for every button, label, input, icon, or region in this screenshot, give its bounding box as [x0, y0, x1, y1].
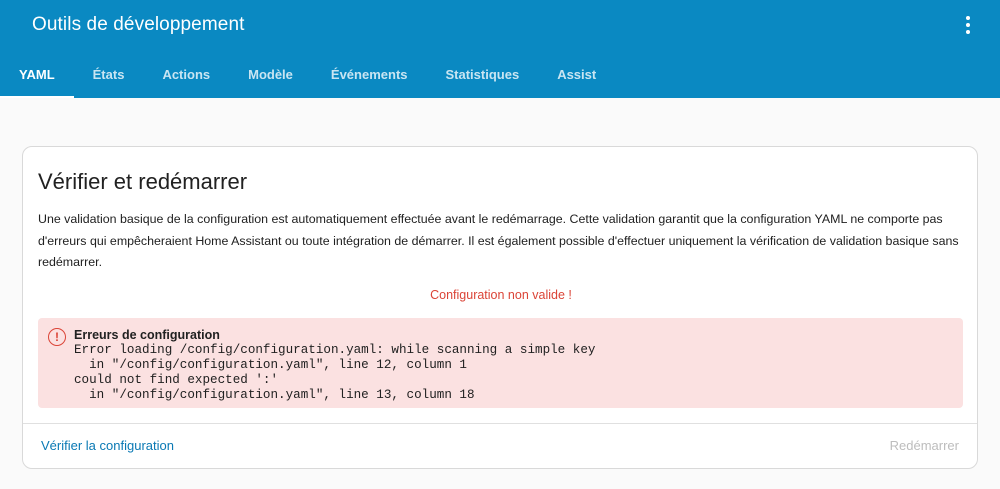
card-description: Une validation basique de la configurati… — [38, 212, 959, 269]
tab-bar: YAML États Actions Modèle Événements Sta… — [0, 50, 615, 98]
tab-modele[interactable]: Modèle — [229, 50, 312, 98]
dots-vertical-icon[interactable] — [956, 13, 980, 37]
alert-message: Error loading /config/configuration.yaml… — [74, 343, 596, 402]
tab-etats[interactable]: États — [74, 50, 144, 98]
config-error-alert: ! Erreurs de configuration Error loading… — [38, 318, 963, 408]
tab-evenements[interactable]: Événements — [312, 50, 427, 98]
config-invalid-message: Configuration non valide ! — [430, 288, 572, 302]
check-restart-card: Vérifier et redémarrer Une validation ba… — [22, 146, 978, 469]
tab-yaml[interactable]: YAML — [0, 50, 74, 98]
card-title: Vérifier et redémarrer — [38, 169, 248, 194]
tab-statistiques[interactable]: Statistiques — [427, 50, 539, 98]
tab-assist[interactable]: Assist — [538, 50, 615, 98]
check-config-button[interactable]: Vérifier la configuration — [41, 438, 174, 453]
tab-actions[interactable]: Actions — [143, 50, 229, 98]
restart-button[interactable]: Redémarrer — [890, 438, 959, 453]
alert-title: Erreurs de configuration — [74, 328, 220, 342]
alert-circle-icon: ! — [48, 328, 66, 346]
page-title: Outils de développement — [32, 14, 245, 35]
card-divider — [23, 423, 977, 424]
app-header: Outils de développement YAML États Actio… — [0, 0, 1000, 98]
